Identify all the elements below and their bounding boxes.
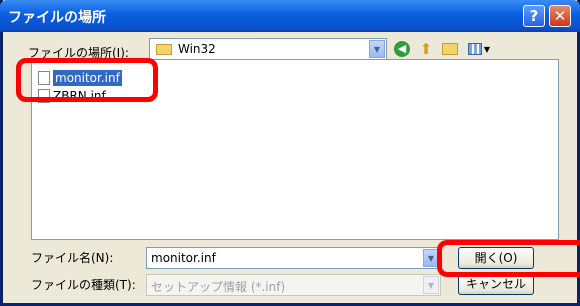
new-folder-button[interactable] (441, 40, 459, 58)
filename-input[interactable]: monitor.inf ▼ (146, 247, 441, 269)
help-button[interactable]: ? (523, 5, 545, 27)
highlight-annotation (437, 240, 580, 277)
view-menu-icon (467, 43, 482, 55)
chevron-down-icon: ▼ (423, 276, 439, 294)
up-folder-button[interactable]: ⬆ (417, 40, 435, 58)
highlight-annotation (16, 58, 158, 102)
filetype-label: ファイルの種類(T): (31, 278, 136, 292)
chevron-down-icon: ▼ (483, 44, 491, 54)
view-menu-button[interactable]: ▼ (465, 40, 493, 58)
folder-icon (156, 44, 172, 55)
up-folder-icon: ⬆ (419, 40, 433, 58)
back-icon: ◀ (394, 41, 410, 57)
filename-value: monitor.inf (151, 251, 216, 265)
window-title: ファイルの場所 (8, 10, 106, 26)
close-button[interactable]: ✕ (549, 5, 571, 27)
new-folder-icon (442, 43, 458, 55)
filename-label: ファイル名(N): (31, 251, 114, 265)
back-button[interactable]: ◀ (393, 40, 411, 58)
filetype-select[interactable]: セットアップ情報 (*.inf) ▼ (146, 274, 441, 296)
chevron-down-icon[interactable]: ▼ (369, 40, 385, 58)
filetype-value: セットアップ情報 (*.inf) (151, 280, 286, 294)
title-bar[interactable]: ファイルの場所 ? ✕ (0, 0, 580, 32)
lookin-combo[interactable]: Win32 ▼ (149, 38, 387, 60)
lookin-value: Win32 (178, 42, 216, 56)
